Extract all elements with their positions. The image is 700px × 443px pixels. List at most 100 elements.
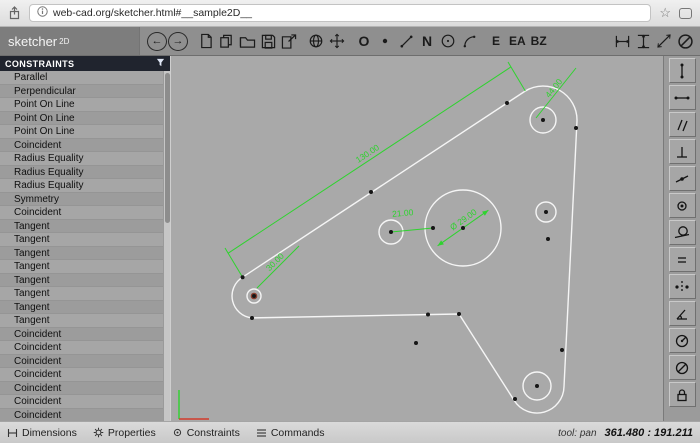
sketch-outline[interactable] bbox=[232, 86, 577, 413]
constraint-row[interactable]: Tangent bbox=[0, 220, 163, 234]
app-toolbar: sketcher2D ← → O N bbox=[0, 27, 700, 56]
constraint-row-label: Coincident bbox=[14, 369, 61, 380]
constraint-row[interactable]: Point On Line bbox=[0, 112, 163, 126]
url-text: web-cad.org/sketcher.html#__sample2D__ bbox=[53, 7, 252, 19]
new-sketch-button[interactable] bbox=[195, 30, 215, 52]
point-on-line-constraint-button[interactable] bbox=[669, 166, 696, 191]
constraint-row-label: Tangent bbox=[14, 234, 50, 245]
constraint-row[interactable]: Coincident bbox=[0, 382, 163, 396]
radius-dimension-button[interactable] bbox=[669, 328, 696, 353]
shape-tools-group: O N bbox=[354, 30, 479, 52]
constraint-row[interactable]: Point On Line bbox=[0, 98, 163, 112]
undo-button[interactable]: ← bbox=[147, 32, 167, 51]
sidebar-scrollbar[interactable] bbox=[163, 71, 170, 421]
dimension-130[interactable] bbox=[225, 62, 525, 277]
constraint-row[interactable]: Coincident bbox=[0, 341, 163, 355]
constraint-row[interactable]: Symmetry bbox=[0, 193, 163, 207]
constraint-row[interactable]: Coincident bbox=[0, 395, 163, 409]
symmetry-constraint-button[interactable] bbox=[669, 274, 696, 299]
status-bar: Dimensions Properties Constraints Comman… bbox=[0, 421, 700, 443]
coincident-constraint-button[interactable] bbox=[669, 193, 696, 218]
filter-icon[interactable] bbox=[156, 58, 165, 69]
constraint-row-label: Coincident bbox=[14, 410, 61, 421]
constraint-row-label: Perpendicular bbox=[14, 86, 76, 97]
tab-dimensions[interactable]: Dimensions bbox=[7, 427, 77, 439]
constraint-row[interactable]: Tangent bbox=[0, 274, 163, 288]
polyline-tool-button[interactable]: N bbox=[417, 30, 437, 52]
constraints-list: Parallel Perpendicular Point On Line Poi… bbox=[0, 71, 163, 421]
equal-constraint-button[interactable] bbox=[669, 247, 696, 272]
angle-constraint-button[interactable] bbox=[669, 301, 696, 326]
constraint-row[interactable]: Tangent bbox=[0, 233, 163, 247]
sketch-points[interactable] bbox=[241, 101, 578, 401]
sketch-canvas[interactable]: 130.00 44.00 21.00 Ø 29.00 30.00 bbox=[170, 56, 663, 421]
export-button[interactable] bbox=[279, 30, 299, 52]
constraint-row-label: Tangent bbox=[14, 302, 50, 313]
redo-button[interactable]: → bbox=[168, 32, 188, 51]
constraint-row[interactable]: Parallel bbox=[0, 71, 163, 85]
tab-constraints-label: Constraints bbox=[187, 427, 240, 439]
constraints-panel: CONSTRAINTS Parallel Perpendicular Point… bbox=[0, 56, 170, 421]
view-group bbox=[306, 30, 347, 52]
address-bar[interactable]: web-cad.org/sketcher.html#__sample2D__ bbox=[29, 4, 651, 22]
constraint-row-label: Symmetry bbox=[14, 194, 59, 205]
tangent-constraint-button[interactable] bbox=[669, 220, 696, 245]
constraint-row[interactable]: Tangent bbox=[0, 314, 163, 328]
constraint-row[interactable]: Coincident bbox=[0, 328, 163, 342]
no-snap-button[interactable] bbox=[675, 30, 695, 52]
constraint-row[interactable]: Radius Equality bbox=[0, 152, 163, 166]
constraint-toolbar bbox=[663, 56, 700, 421]
diameter-dimension-button[interactable] bbox=[669, 355, 696, 380]
constraint-row[interactable]: Perpendicular bbox=[0, 85, 163, 99]
perpendicular-constraint-button[interactable] bbox=[669, 139, 696, 164]
tab-overview-icon[interactable] bbox=[679, 8, 692, 19]
point-tool-button[interactable] bbox=[375, 30, 395, 52]
constraint-row[interactable]: Radius Equality bbox=[0, 166, 163, 180]
bezier-tool-button[interactable]: BZ bbox=[529, 30, 549, 52]
constraint-row[interactable]: Tangent bbox=[0, 301, 163, 315]
tab-properties[interactable]: Properties bbox=[93, 427, 156, 439]
dim-label-21[interactable]: 21.00 bbox=[392, 207, 414, 219]
constraint-row-label: Coincident bbox=[14, 140, 61, 151]
bookmark-star-icon[interactable]: ☆ bbox=[659, 5, 671, 21]
offset-tool-button[interactable]: O bbox=[354, 30, 374, 52]
tab-properties-label: Properties bbox=[108, 427, 156, 439]
constraint-row[interactable]: Coincident bbox=[0, 206, 163, 220]
constraint-row-label: Tangent bbox=[14, 248, 50, 259]
page-info-icon[interactable] bbox=[37, 6, 48, 20]
tab-commands[interactable]: Commands bbox=[256, 427, 325, 439]
constraint-row[interactable]: Tangent bbox=[0, 287, 163, 301]
constraint-row-label: Point On Line bbox=[14, 113, 75, 124]
constraint-row[interactable]: Radius Equality bbox=[0, 179, 163, 193]
lock-constraint-button[interactable] bbox=[669, 382, 696, 407]
constraint-row-label: Tangent bbox=[14, 315, 50, 326]
ellipse-tool-button[interactable]: E bbox=[486, 30, 506, 52]
elliptical-arc-tool-button[interactable]: EA bbox=[507, 30, 528, 52]
globe-icon[interactable] bbox=[306, 30, 326, 52]
constraint-row[interactable]: Tangent bbox=[0, 260, 163, 274]
circle-tool-button[interactable] bbox=[438, 30, 458, 52]
dimension-21[interactable] bbox=[391, 228, 433, 232]
constraint-row[interactable]: Coincident bbox=[0, 409, 163, 422]
constraint-row[interactable]: Coincident bbox=[0, 368, 163, 382]
share-icon[interactable] bbox=[8, 6, 21, 20]
line-tool-button[interactable] bbox=[396, 30, 416, 52]
pan-tool-button[interactable] bbox=[327, 30, 347, 52]
vertical-dimension-button[interactable] bbox=[633, 30, 653, 52]
sketch-drawing[interactable]: 130.00 44.00 21.00 Ø 29.00 30.00 bbox=[171, 56, 663, 421]
save-button[interactable] bbox=[258, 30, 278, 52]
horizontal-dimension-button[interactable] bbox=[612, 30, 632, 52]
clone-button[interactable] bbox=[216, 30, 236, 52]
horizontal-constraint-button[interactable] bbox=[669, 85, 696, 110]
vertical-constraint-button[interactable] bbox=[669, 58, 696, 83]
arc-tool-button[interactable] bbox=[459, 30, 479, 52]
tab-constraints[interactable]: Constraints bbox=[172, 427, 240, 439]
constraint-row[interactable]: Coincident bbox=[0, 139, 163, 153]
parallel-constraint-button[interactable] bbox=[669, 112, 696, 137]
constraint-row[interactable]: Coincident bbox=[0, 355, 163, 369]
constraint-row-label: Tangent bbox=[14, 261, 50, 272]
aligned-dimension-button[interactable] bbox=[654, 30, 674, 52]
constraint-row[interactable]: Tangent bbox=[0, 247, 163, 261]
constraint-row[interactable]: Point On Line bbox=[0, 125, 163, 139]
open-button[interactable] bbox=[237, 30, 257, 52]
